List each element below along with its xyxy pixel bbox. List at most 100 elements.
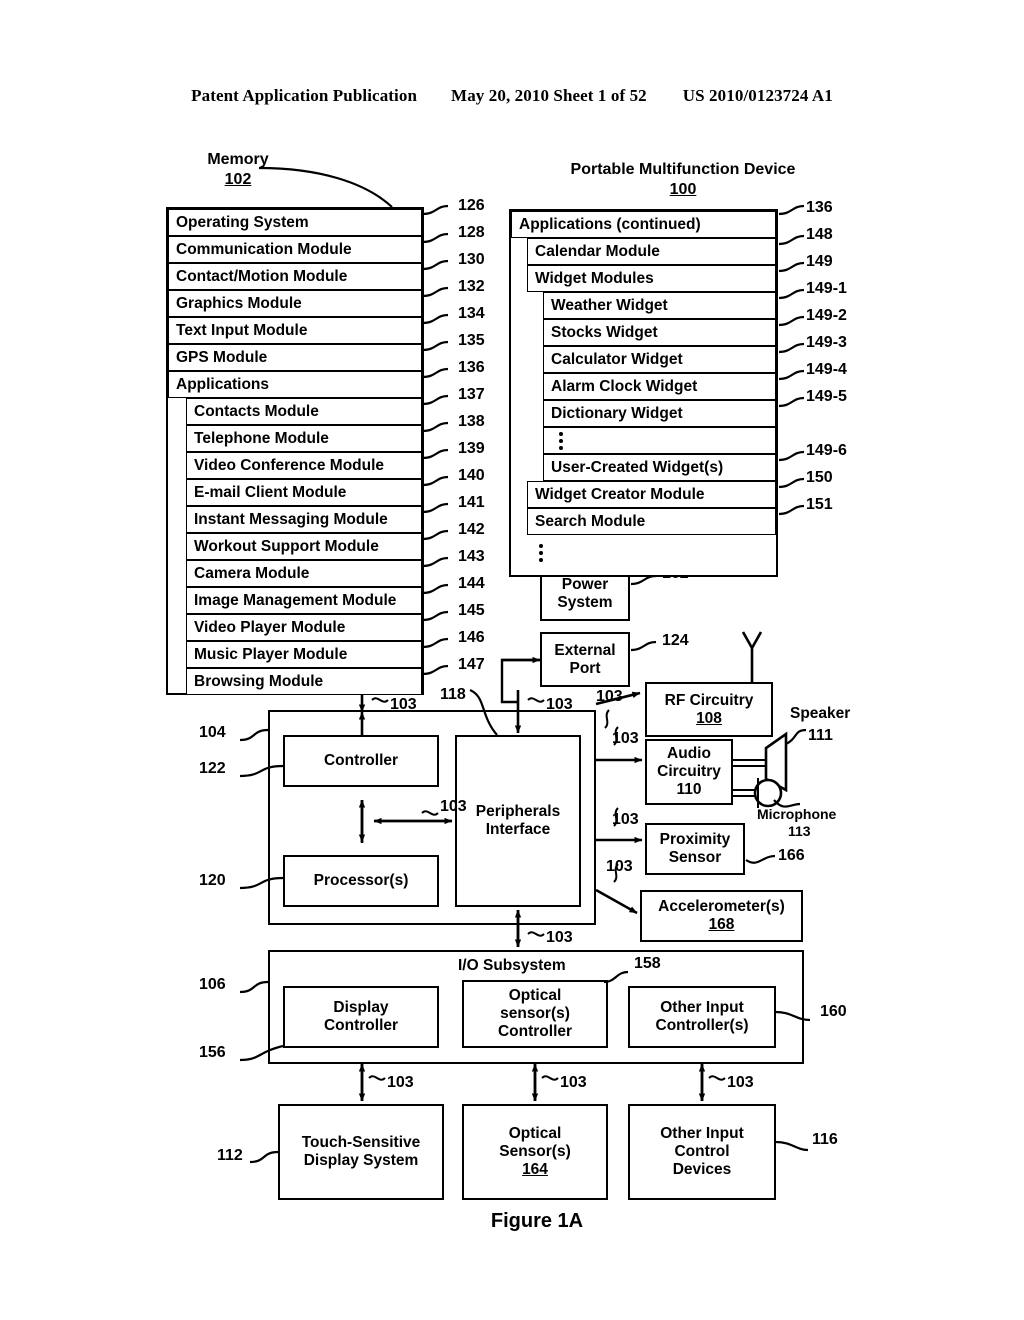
- bus-label-103-e: 103: [612, 811, 639, 828]
- stack-row: Camera Module: [186, 560, 422, 587]
- stack-row: [543, 427, 776, 454]
- stack-row-label: Graphics Module: [176, 294, 302, 312]
- page-header: Patent Application Publication May 20, 20…: [0, 86, 1024, 106]
- stack-row-label: Image Management Module: [194, 591, 397, 609]
- stack-row: Video Player Module: [186, 614, 422, 641]
- header-publication: Patent Application Publication: [191, 86, 418, 105]
- stack-row: GPS Module: [168, 344, 422, 371]
- rf-circuitry-block: RF Circuitry 108: [645, 682, 773, 737]
- reference-number: 149-4: [806, 361, 847, 378]
- memory-title-text: Memory: [207, 151, 269, 168]
- io-subsystem-ref: 106: [199, 976, 226, 993]
- reference-number: 128: [458, 224, 485, 241]
- header-patent-number: US 2010/0123724 A1: [682, 86, 833, 105]
- reference-number: 149-1: [806, 280, 847, 297]
- stack-row: User-Created Widget(s): [543, 454, 776, 481]
- stack-row-label: Telephone Module: [194, 429, 329, 447]
- stack-row-label: E-mail Client Module: [194, 483, 347, 501]
- processors-block: Processor(s): [283, 855, 439, 907]
- peripherals-interface-ref: 118: [440, 686, 466, 703]
- stack-row: Applications: [168, 371, 422, 398]
- rf-circuitry-label: RF Circuitry: [664, 691, 754, 709]
- bus-label-103-c: 103: [596, 688, 623, 705]
- controller-block: Controller: [283, 735, 439, 787]
- stack-row-label: Widget Creator Module: [535, 485, 705, 503]
- stack-row: Browsing Module: [186, 668, 422, 695]
- stack-row: Calendar Module: [527, 238, 776, 265]
- reference-number: 139: [458, 440, 485, 457]
- bus-label-103-k: 103: [727, 1074, 754, 1091]
- optical-sensor-controller-label: Optical sensor(s) Controller: [497, 987, 573, 1040]
- reference-number: 149: [806, 253, 833, 270]
- stack-row-label: User-Created Widget(s): [551, 458, 724, 476]
- display-controller-ref: 156: [199, 1044, 226, 1061]
- processors-ref: 120: [199, 872, 226, 889]
- controller-ref: 122: [199, 760, 226, 777]
- touch-sensitive-display-label: Touch-Sensitive Display System: [301, 1134, 421, 1169]
- stack-row: Workout Support Module: [186, 533, 422, 560]
- reference-number: 138: [458, 413, 485, 430]
- other-input-devices-ref: 116: [812, 1131, 838, 1148]
- stack-row-label: Video Player Module: [194, 618, 346, 636]
- stack-row-label: Applications: [176, 375, 270, 393]
- external-port-label: External Port: [554, 641, 616, 677]
- stack-row-label: Stocks Widget: [551, 323, 658, 341]
- peripherals-interface-block: Peripherals Interface: [455, 735, 581, 907]
- bus-label-103-f: 103: [606, 858, 633, 875]
- external-port-ref: 124: [662, 632, 689, 649]
- stack-row: Dictionary Widget: [543, 400, 776, 427]
- other-input-devices-block[interactable]: Other Input Control Devices: [628, 1104, 776, 1200]
- reference-number: 135: [458, 332, 485, 349]
- stack-row-label: Text Input Module: [176, 321, 308, 339]
- stack-row: Contacts Module: [186, 398, 422, 425]
- stack-row: Applications (continued): [511, 211, 776, 238]
- figure-caption: Figure 1A: [490, 1210, 584, 1232]
- external-port-block: External Port: [540, 632, 630, 687]
- reference-number: 140: [458, 467, 485, 484]
- io-subsystem-label: I/O Subsystem: [458, 957, 566, 974]
- stack-row: Graphics Module: [168, 290, 422, 317]
- stack-row-label: GPS Module: [176, 348, 268, 366]
- other-input-controller-ref: 160: [820, 1003, 847, 1020]
- reference-number: 126: [458, 197, 485, 214]
- display-controller-block: Display Controller: [283, 986, 439, 1048]
- reference-number: 149-5: [806, 388, 847, 405]
- memory-ref: 102: [224, 171, 252, 188]
- bus-label-103-h: 103: [546, 929, 573, 946]
- reference-number: 150: [806, 469, 833, 486]
- reference-number: 137: [458, 386, 485, 403]
- stack-row: Music Player Module: [186, 641, 422, 668]
- cpu-group-ref: 104: [199, 724, 226, 741]
- optical-sensor-num: 164: [522, 1160, 548, 1178]
- proximity-sensor-ref: 166: [778, 847, 805, 864]
- speaker-ref: 111: [808, 727, 833, 744]
- stack-row-label: Communication Module: [176, 240, 352, 258]
- stack-row-label: Video Conference Module: [194, 456, 385, 474]
- bus-label-103-j: 103: [560, 1074, 587, 1091]
- audio-circuitry-num: 110: [676, 780, 702, 798]
- accelerometer-label: Accelerometer(s): [658, 898, 785, 916]
- reference-number: 145: [458, 602, 485, 619]
- reference-number: 136: [458, 359, 485, 376]
- optical-sensor-controller-ref: 158: [634, 955, 661, 972]
- proximity-sensor-block: Proximity Sensor: [645, 823, 745, 875]
- stack-row: Widget Creator Module: [527, 481, 776, 508]
- reference-number: 148: [806, 226, 833, 243]
- audio-circuitry-label: Audio Circuitry: [657, 745, 721, 781]
- reference-number: 143: [458, 548, 485, 565]
- touch-sensitive-display-block[interactable]: Touch-Sensitive Display System: [278, 1104, 444, 1200]
- rf-circuitry-num: 108: [696, 709, 722, 727]
- optical-sensor-controller-block: Optical sensor(s) Controller: [462, 980, 608, 1048]
- header-date-sheet: May 20, 2010 Sheet 1 of 52: [451, 86, 647, 105]
- optical-sensor-label: Optical Sensor(s): [499, 1125, 571, 1161]
- reference-number: 149-2: [806, 307, 847, 324]
- stack-row-label: Operating System: [176, 213, 309, 231]
- stack-row-label: Widget Modules: [535, 269, 654, 287]
- reference-number: 151: [806, 496, 833, 513]
- bus-label-103-a: 103: [390, 696, 417, 713]
- device-title: Portable Multifunction Device 100: [528, 160, 838, 200]
- microphone-label: Microphone: [757, 806, 837, 822]
- stack-row: Communication Module: [168, 236, 422, 263]
- stack-row-label: Applications (continued): [519, 215, 701, 233]
- stack-row: Operating System: [168, 209, 422, 236]
